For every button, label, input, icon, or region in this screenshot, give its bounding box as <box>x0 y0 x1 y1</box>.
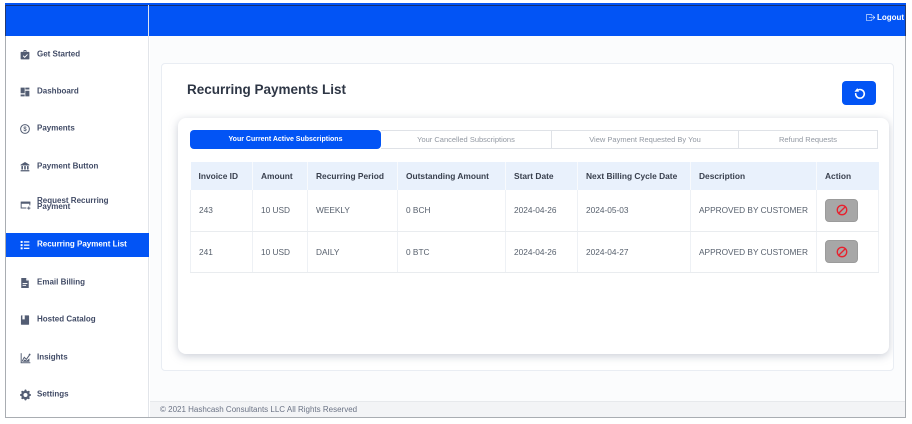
svg-text:$: $ <box>23 127 27 133</box>
